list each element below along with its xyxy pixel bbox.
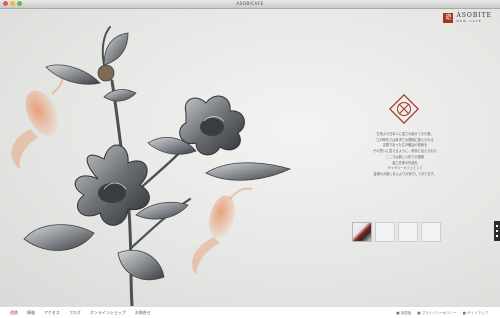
nav-item-blog[interactable]: ブログ (69, 307, 81, 318)
hero-canvas: 遊 ASOBITE NEW CAFE 古来より日本人に愛され続けてきた鉄。 江戸… (0, 9, 500, 306)
nav-item-home[interactable]: 遊鉄 (10, 307, 18, 318)
window-title: ASOBICAFE (236, 1, 264, 6)
intro-line: 皆様のお越しを心よりお待ちしております。 (373, 171, 437, 176)
nav-item-access[interactable]: アクセス (44, 307, 60, 318)
crest-emblem-icon (389, 94, 419, 124)
brand-name: ASOBITE (456, 12, 492, 19)
footer-link-english[interactable]: ■ 英語版 (396, 307, 411, 318)
nav-item-info[interactable]: 情報 (27, 307, 35, 318)
footer-link-sitemap[interactable]: ■ サイトマップ (463, 307, 488, 318)
goldfish-right (192, 187, 253, 275)
thumbnail-strip (352, 222, 441, 242)
brand-sub: NEW CAFE (456, 19, 482, 23)
main-nav: 遊鉄 情報 アクセス ブログ オンラインショップ お問合せ (10, 307, 151, 318)
browser-window: ASOBICAFE 遊 ASOBITE NEW CAFE 古来より日本人に愛され… (0, 0, 500, 318)
thumbnail-3[interactable] (398, 222, 418, 242)
thumbnail-1[interactable] (352, 222, 372, 242)
side-scroll-tab[interactable] (494, 221, 500, 241)
brand-mark-icon: 遊 (443, 12, 454, 23)
thumbnail-2[interactable] (375, 222, 395, 242)
footer-link-privacy[interactable]: ■ プライバシーポリシー (417, 307, 456, 318)
goldfish-left (11, 74, 64, 169)
brand-logo[interactable]: 遊 ASOBITE NEW CAFE (443, 12, 492, 23)
intro-text: 古来より日本人に愛され続けてきた鉄。 江戸時代では東洋三大発明に数えられる 名物… (350, 132, 460, 178)
title-bar: ASOBICAFE (0, 0, 500, 9)
footer-links: ■ 英語版 ■ プライバシーポリシー ■ サイトマップ (396, 307, 488, 318)
footer-bar: 遊鉄 情報 アクセス ブログ オンラインショップ お問合せ ■ 英語版 ■ プラ… (0, 306, 500, 318)
nav-item-contact[interactable]: お問合せ (135, 307, 151, 318)
thumbnail-4[interactable] (421, 222, 441, 242)
nav-item-shop[interactable]: オンラインショップ (90, 307, 126, 318)
